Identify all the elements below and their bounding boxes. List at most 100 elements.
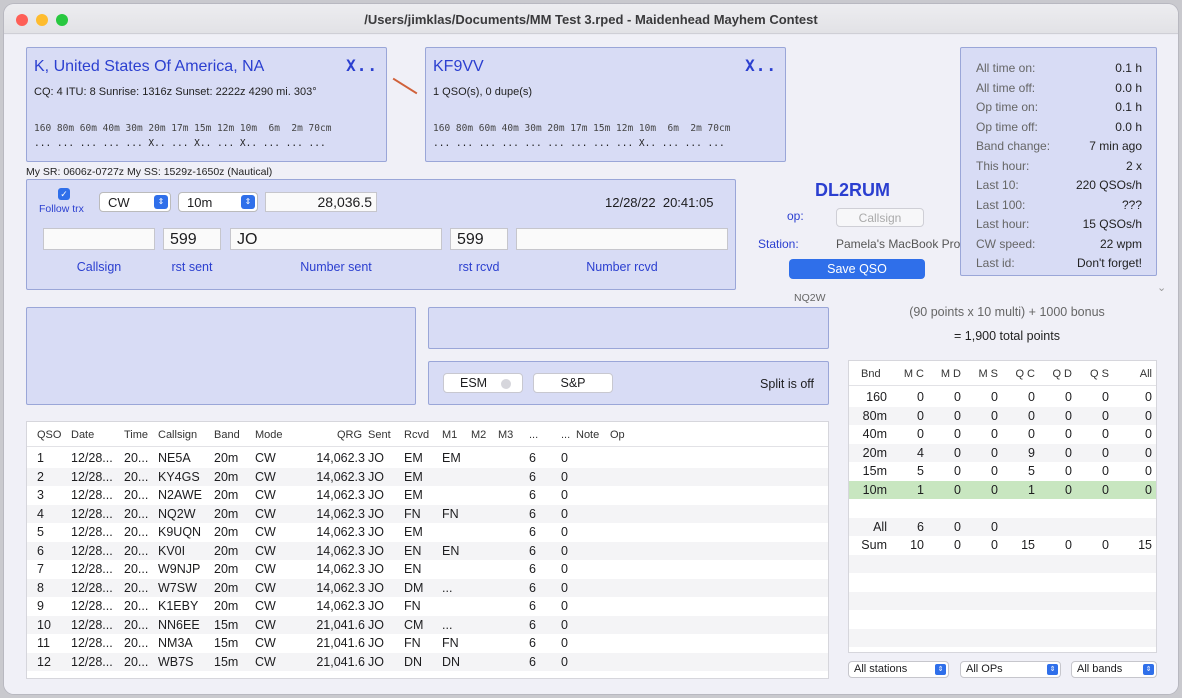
column-header[interactable]: Sent — [368, 429, 391, 441]
column-header[interactable]: ... — [529, 429, 538, 441]
column-header[interactable]: Q S — [1079, 368, 1109, 380]
table-cell: 3 — [37, 488, 44, 502]
column-header[interactable]: Q D — [1042, 368, 1072, 380]
call-bands-header: 160 80m 60m 40m 30m 20m 17m 15m 12m 10m … — [433, 123, 731, 134]
band-select[interactable]: 10m ⇕ — [178, 192, 258, 212]
column-header[interactable]: QSO — [37, 429, 61, 441]
table-cell: 14,062.3 — [316, 562, 365, 576]
table-cell: 20... — [124, 525, 149, 539]
split-status: Split is off — [760, 377, 814, 391]
info-area[interactable] — [428, 307, 829, 349]
number-rcvd-input[interactable] — [516, 228, 728, 250]
stat-value: 0.1 h — [1115, 100, 1142, 114]
band-row[interactable]: 15m 5 0 0 5 0 0 0 — [849, 462, 1156, 481]
message-area[interactable] — [26, 307, 416, 405]
dx-worked-marker: X.. — [346, 56, 378, 75]
band-cell: 15m — [862, 464, 887, 478]
band-cell: 160 — [866, 390, 887, 404]
band-row[interactable]: 40m 0 0 0 0 0 0 0 — [849, 425, 1156, 444]
band-row[interactable]: 10m 1 0 0 1 0 0 0 — [849, 480, 1156, 499]
column-header[interactable]: Note — [576, 429, 599, 441]
number-sent-input[interactable]: JO — [230, 228, 442, 250]
band-row[interactable]: 160 0 0 0 0 0 0 0 — [849, 388, 1156, 407]
dx-bands-header: 160 80m 60m 40m 30m 20m 17m 15m 12m 10m … — [34, 123, 332, 134]
table-cell: NN6EE — [158, 617, 200, 632]
column-header[interactable]: All — [1122, 368, 1152, 380]
column-header[interactable]: Band — [214, 429, 240, 441]
table-cell: 21,041.6 — [316, 636, 365, 650]
table-row[interactable]: 6 12/28... 20... KV0I 20m CW 14,062.3 JO EN EN 6 0 — [27, 541, 828, 560]
column-header[interactable]: M D — [931, 368, 961, 380]
column-header[interactable]: M S — [968, 368, 998, 380]
band-row[interactable]: All 6 0 0 — [849, 517, 1156, 536]
band-cell: 0 — [1102, 538, 1109, 552]
table-cell: 15m — [214, 654, 239, 669]
table-cell: 20m — [214, 525, 239, 539]
dx-country-panel: K, United States Of America, NA X.. CQ: … — [26, 47, 387, 162]
table-cell: 8 — [37, 580, 44, 595]
frequency-field[interactable]: 28,036.5 — [265, 192, 377, 212]
table-row[interactable]: 8 12/28... 20... W7SW 20m CW 14,062.3 JO DM... 6 0 — [27, 578, 828, 597]
column-header[interactable]: ... — [561, 429, 570, 441]
table-cell: 14,062.3 — [316, 580, 365, 595]
my-callsign: DL2RUM — [815, 180, 890, 200]
band-row-empty — [849, 573, 1156, 592]
column-header[interactable]: Time — [124, 429, 148, 441]
stat-value: 0.0 h — [1115, 119, 1142, 134]
mode-select[interactable]: CW ⇕ — [99, 192, 171, 212]
column-header[interactable]: Q C — [1005, 368, 1035, 380]
save-qso-button[interactable]: Save QSO — [789, 259, 925, 279]
band-row[interactable] — [849, 499, 1156, 518]
column-header[interactable]: M2 — [471, 429, 486, 441]
sp-button[interactable]: S&P — [533, 373, 613, 393]
band-cell: 0 — [954, 445, 961, 460]
time-value: 20:41:05 — [662, 195, 714, 210]
table-row[interactable]: 10 12/28... 20... NN6EE 15m CW 21,041.6 JO CM...… — [27, 615, 828, 634]
follow-trx-checkbox[interactable]: ✓ — [58, 188, 70, 200]
table-row[interactable]: 5 12/28... 20... K9UQN 20m CW 14,062.3 JO EM 6 0 — [27, 523, 828, 542]
table-row[interactable]: 4 12/28... 20... NQ2W 20m CW 14,062.3 JO FN FN 6 0 — [27, 504, 828, 523]
bands-filter-select[interactable]: All bands ⇕ — [1071, 661, 1157, 678]
table-cell: 0 — [561, 617, 568, 632]
stations-filter-select[interactable]: All stations ⇕ — [848, 661, 949, 678]
table-row[interactable]: 11 12/28... 20... NM3A 15m CW 21,041.6 JO FN FN 6 0 — [27, 634, 828, 653]
table-row[interactable]: 1 12/28... 20... NE5A 20m CW 14,062.3 JO EM EM 6 0 — [27, 449, 828, 468]
band-row[interactable]: 20m 4 0 0 9 0 0 0 — [849, 443, 1156, 462]
ops-filter-select[interactable]: All OPs ⇕ — [960, 661, 1061, 678]
band-cell: 0 — [954, 519, 961, 534]
table-cell: 6 — [529, 543, 536, 558]
column-header[interactable]: QRG — [337, 429, 362, 441]
chevron-down-icon[interactable]: ⌄ — [1157, 281, 1166, 294]
band-cell: 1 — [1028, 482, 1035, 497]
band-row[interactable]: 80m 0 0 0 0 0 0 0 — [849, 406, 1156, 425]
table-row[interactable]: 3 12/28... 20... N2AWE 20m CW 14,062.3 JO EM 6 0 — [27, 486, 828, 505]
column-header[interactable]: Rcvd — [404, 429, 429, 441]
band-row[interactable]: Sum 10 0 0 15 0 0 15 — [849, 536, 1156, 555]
table-row[interactable]: 2 12/28... 20... KY4GS 20m CW 14,062.3 JO EM 6 0 — [27, 467, 828, 486]
operator-field[interactable]: Callsign — [836, 208, 924, 227]
table-row[interactable]: 7 12/28... 20... W9NJP 20m CW 14,062.3 JO EN 6 0 — [27, 560, 828, 579]
table-row[interactable]: 9 12/28... 20... K1EBY 20m CW 14,062.3 JO FN 6 0 — [27, 597, 828, 616]
column-header[interactable]: Bnd — [861, 368, 891, 380]
column-header[interactable]: Op — [610, 429, 625, 441]
column-header[interactable]: M1 — [442, 429, 457, 441]
table-cell: W9NJP — [158, 562, 201, 576]
title-bar: /Users/jimklas/Documents/MM Test 3.rped … — [4, 4, 1178, 34]
column-header[interactable]: Callsign — [158, 429, 197, 441]
callsign-input[interactable] — [43, 228, 155, 250]
esm-button[interactable]: ESM — [443, 373, 523, 393]
table-cell: 0 — [561, 562, 568, 576]
column-header[interactable]: Mode — [255, 429, 283, 441]
table-row[interactable]: 12 12/28... 20... WB7S 15m CW 21,041.6 JO DN DN 6 0 — [27, 652, 828, 671]
column-header[interactable]: M3 — [498, 429, 513, 441]
band-cell: 0 — [1145, 408, 1152, 423]
table-cell: 20m — [214, 543, 239, 558]
band-cell: 0 — [1065, 427, 1072, 441]
dx-country-info: CQ: 4 ITU: 8 Sunrise: 1316z Sunset: 2222… — [34, 86, 317, 98]
rst-rcvd-input[interactable]: 599 — [450, 228, 508, 250]
table-cell: 14,062.3 — [316, 488, 365, 502]
band-cell: Sum — [861, 538, 887, 552]
column-header[interactable]: Date — [71, 429, 94, 441]
column-header[interactable]: M C — [894, 368, 924, 380]
rst-sent-input[interactable]: 599 — [163, 228, 221, 250]
